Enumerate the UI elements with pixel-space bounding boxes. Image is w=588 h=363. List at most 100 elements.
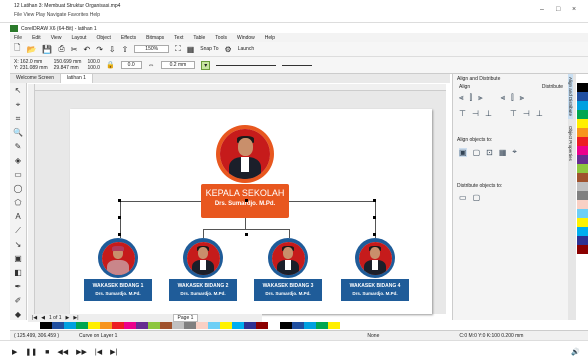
specified-point-icon[interactable]: ⌖ [512, 147, 517, 157]
document-palette-swatch[interactable] [148, 322, 160, 329]
align-bottom-icon[interactable]: ⊥ [485, 109, 492, 118]
open-icon[interactable]: 📂 [26, 45, 36, 54]
text-tool-icon[interactable]: A [12, 211, 24, 223]
vertical-ruler[interactable] [28, 84, 35, 314]
distribute-top-icon[interactable]: ⊤ [510, 109, 517, 118]
align-right-icon[interactable]: ⫸ [478, 93, 483, 103]
side-tab-align[interactable]: Align and Distribute [568, 74, 573, 120]
document-palette-swatch[interactable] [124, 322, 136, 329]
prev-page-icon[interactable]: ◀ [41, 315, 45, 321]
next-icon[interactable]: ▶| [110, 348, 117, 356]
document-palette-swatch[interactable] [172, 322, 184, 329]
cut-icon[interactable]: ✂ [71, 45, 78, 54]
rulers-icon[interactable]: ▦ [187, 45, 195, 54]
menu-object[interactable]: Object [96, 35, 110, 41]
selection-handle[interactable] [245, 199, 248, 202]
palette-swatch[interactable] [577, 200, 588, 209]
tab-latihan-1[interactable]: latihan 1 [60, 74, 93, 83]
selection-handle[interactable] [373, 199, 376, 202]
zoom-level[interactable]: 150% [134, 45, 170, 53]
selection-handle[interactable] [118, 199, 121, 202]
snap-to-dropdown[interactable]: Snap To [200, 46, 218, 52]
document-palette-swatch[interactable] [184, 322, 196, 329]
mirror-icon[interactable]: ⇔ [148, 62, 155, 69]
video-menu[interactable]: File View Play Navigate Favorites Help [14, 12, 100, 18]
tab-welcome-screen[interactable]: Welcome Screen [10, 74, 61, 83]
document-palette-swatch[interactable] [40, 322, 52, 329]
rotation-field[interactable]: 0.0 [120, 61, 142, 69]
selection-handle[interactable] [118, 233, 121, 236]
new-icon[interactable]: 🗋 [14, 42, 20, 56]
close-icon[interactable]: × [572, 6, 576, 13]
document-palette-swatch[interactable] [268, 322, 280, 329]
play-icon[interactable]: ▶ [12, 348, 17, 356]
palette-swatch[interactable] [577, 209, 588, 218]
align-center-icon[interactable]: ⫿ [470, 93, 473, 103]
palette-swatch[interactable] [577, 236, 588, 245]
page-center-icon[interactable]: ⊡ [486, 148, 493, 157]
palette-swatch[interactable] [577, 74, 588, 83]
palette-swatch[interactable] [577, 164, 588, 173]
horizontal-ruler[interactable] [28, 84, 446, 91]
document-palette-swatch[interactable] [76, 322, 88, 329]
palette-swatch[interactable] [577, 245, 588, 254]
stop-icon[interactable]: ■ [45, 349, 49, 356]
drawing-page[interactable]: KEPALA SEKOLAH Drs. Sumardjo. M.Pd. WAKA… [70, 109, 432, 314]
document-palette-swatch[interactable] [328, 322, 340, 329]
previous-icon[interactable]: |◀ [95, 348, 102, 356]
minimize-icon[interactable]: – [540, 6, 544, 13]
redo-icon[interactable]: ↷ [96, 45, 103, 54]
document-palette-swatch[interactable] [220, 322, 232, 329]
connector-tool-icon[interactable]: ↘ [12, 239, 24, 251]
document-palette-swatch[interactable] [304, 322, 316, 329]
sub2-box[interactable]: WAKASEK BIDANG 2 Drs. Sumardjo. M.Pd. [169, 279, 237, 301]
line-style-selector[interactable] [216, 64, 277, 66]
menu-help[interactable]: Help [265, 35, 275, 41]
first-page-icon[interactable]: |◀ [32, 315, 37, 321]
menu-table[interactable]: Table [193, 35, 205, 41]
rectangle-tool-icon[interactable]: ▭ [12, 169, 24, 181]
align-left-icon[interactable]: ⫷ [459, 93, 464, 103]
document-palette-swatch[interactable] [292, 322, 304, 329]
distribute-middle-icon[interactable]: ⊣ [523, 109, 530, 118]
smart-fill-icon[interactable]: ◈ [12, 155, 24, 167]
document-palette-swatch[interactable] [160, 322, 172, 329]
distribute-center-icon[interactable]: ⫿ [511, 93, 514, 103]
crop-tool-icon[interactable]: ⌗ [12, 113, 24, 125]
palette-swatch[interactable] [577, 182, 588, 191]
document-palette-swatch[interactable] [112, 322, 124, 329]
menu-view[interactable]: View [51, 35, 62, 41]
distribute-bottom-icon[interactable]: ⊥ [536, 109, 543, 118]
palette-swatch[interactable] [577, 110, 588, 119]
sub4-box[interactable]: WAKASEK BIDANG 4 Drs. Sumardjo. M.Pd. [341, 279, 409, 301]
pick-tool-icon[interactable]: ↖ [12, 85, 24, 97]
palette-swatch[interactable] [577, 137, 588, 146]
palette-swatch[interactable] [577, 92, 588, 101]
drop-shadow-icon[interactable]: ▣ [12, 253, 24, 265]
document-palette-swatch[interactable] [244, 322, 256, 329]
maximize-icon[interactable]: □ [556, 6, 560, 13]
outline-width-field[interactable]: 0.2 mm [160, 61, 196, 69]
height-field[interactable]: 29.847 mm [54, 65, 82, 71]
scale-y-field[interactable]: 100.0 [87, 65, 100, 71]
sub1-box[interactable]: WAKASEK BIDANG 1 Drs. Sumardjo. M.Pd. [84, 279, 152, 301]
document-palette-swatch[interactable] [256, 322, 268, 329]
sub4-photo-frame[interactable] [355, 238, 395, 278]
dropdown-arrow-icon[interactable]: ▾ [201, 60, 211, 70]
selection-handle[interactable] [373, 233, 376, 236]
rewind-icon[interactable]: ◀◀ [57, 348, 68, 356]
grid-icon[interactable]: ▦ [499, 148, 507, 157]
launch-dropdown[interactable]: Launch [238, 46, 254, 52]
parallel-dimension-icon[interactable]: ⟋ [12, 225, 24, 237]
pause-icon[interactable]: ❚❚ [25, 348, 37, 356]
print-icon[interactable]: ⎙ [58, 44, 64, 54]
sub3-photo-frame[interactable] [268, 238, 308, 278]
document-palette-swatch[interactable] [136, 322, 148, 329]
import-icon[interactable]: ⇩ [109, 45, 116, 54]
sub3-box[interactable]: WAKASEK BIDANG 3 Drs. Sumardjo. M.Pd. [254, 279, 322, 301]
align-top-icon[interactable]: ⊤ [459, 109, 466, 118]
document-palette-swatch[interactable] [196, 322, 208, 329]
distribute-left-icon[interactable]: ⫷ [501, 93, 506, 103]
menu-effects[interactable]: Effects [121, 35, 136, 41]
palette-swatch[interactable] [577, 101, 588, 110]
